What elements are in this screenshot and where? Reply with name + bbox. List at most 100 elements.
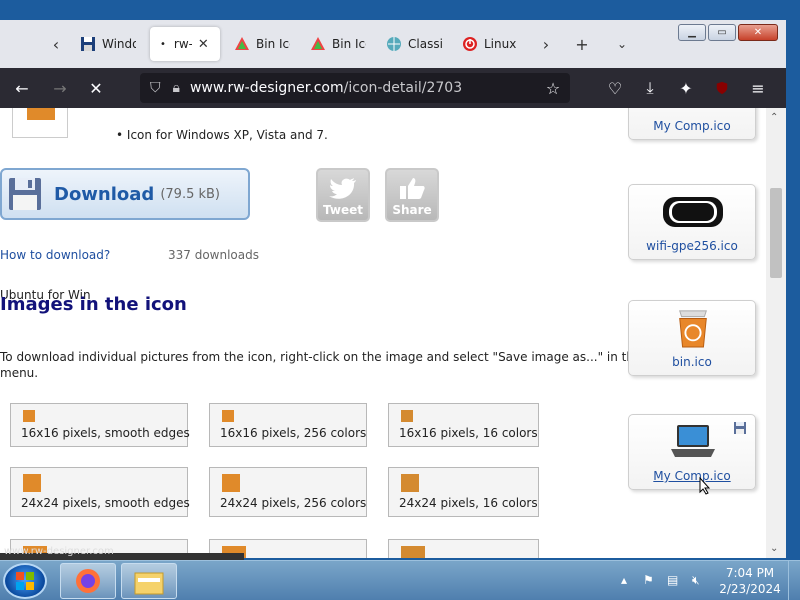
minimize-button[interactable]: ▁ [678,24,706,41]
tab-classic[interactable]: Classic [386,27,442,61]
globe-icon [387,37,401,51]
tab-label: rw- [173,37,192,51]
bin-thumbnail [222,474,240,492]
system-clock[interactable]: 7:04 PM 2/23/2024 [718,565,782,597]
download-label: Download [54,183,155,205]
laptop-icon [671,425,715,457]
related-icon-bin[interactable]: bin.ico [628,300,756,376]
bookmark-star-icon[interactable]: ☆ [543,78,563,98]
how-to-download-link[interactable]: How to download? [0,248,110,262]
url-host: www.rw-designer.com [189,80,344,96]
floppy-icon [81,37,95,51]
menu-hamburger-icon[interactable]: ≡ [748,78,768,98]
thumbs-up-icon [400,178,425,199]
download-button[interactable]: Download (79.5 kB) [0,168,250,220]
image-cell-label: 16x16 pixels, 16 colors [399,426,538,440]
image-cell[interactable]: 24x24 pixels, smooth edges [10,467,190,517]
window-controls: ▁ ▭ ✕ [678,24,778,41]
network-icon[interactable]: ▤ [667,573,683,589]
ublock-icon[interactable] [712,78,732,98]
navigation-bar: ← → ✕ ⛉ 🔒︎ www.rw-designer.com/icon-deta… [0,68,786,108]
tab-label: Bin Icons [256,37,290,51]
show-desktop-button[interactable] [788,561,800,600]
icon-preview [12,108,68,138]
floppy-icon [9,178,41,210]
url-path: /icon-detail/2703 [343,80,463,96]
instructions-text: To download individual pictures from the… [0,350,642,364]
image-cell-label: 16x16 pixels, 256 colors [220,426,367,440]
back-button[interactable]: ← [12,78,32,98]
tab-label: Windows [102,37,136,51]
windows-logo-icon [16,572,34,590]
scroll-up-icon[interactable]: ⌃ [770,112,778,123]
bin-thumbnail [401,410,413,422]
image-cell[interactable]: 16x16 pixels, smooth edges [10,403,190,447]
tab-label: Bin Icons [332,37,366,51]
stop-loading-button[interactable]: ✕ [86,78,106,98]
tab-scroll-left-button[interactable]: ‹ [46,34,66,54]
scroll-down-icon[interactable]: ⌄ [770,543,778,554]
clock-date: 2/23/2024 [719,582,781,596]
maximize-button[interactable]: ▭ [708,24,736,41]
pocket-icon[interactable]: ♡ [605,78,625,98]
taskbar-firefox[interactable] [60,563,116,599]
image-cell-label: 16x16 pixels, smooth edges [21,426,190,440]
download-size: (79.5 kB) [160,186,220,202]
show-hidden-icons-icon[interactable]: ▴ [621,573,637,589]
loading-dot-icon: • [160,38,166,50]
close-tab-icon[interactable]: ✕ [198,37,209,52]
tab-linux[interactable]: Linux [462,27,518,61]
recycle-bin-icon [679,310,707,348]
url-bar[interactable]: ⛉ 🔒︎ www.rw-designer.com/icon-detail/270… [140,73,570,103]
volume-muted-icon[interactable]: 🔇︎ [692,573,708,589]
instructions-text-continued: menu. [0,366,39,380]
related-icon-my-comp-2[interactable]: My Comp.ico [628,414,756,495]
list-tabs-chevron-icon[interactable]: ⌄ [612,34,632,54]
downloads-icon[interactable]: ⤓ [640,78,660,98]
twitter-bird-icon [329,178,356,199]
status-link-text: www.rw-designer.com [4,546,114,557]
rw-logo-icon [311,37,325,50]
related-icon-label: My Comp.ico [653,119,731,133]
related-icon-label: My Comp.ico [653,469,731,483]
images-heading: Images in the icon [0,294,187,315]
image-cell[interactable]: 24x24 pixels, 256 colors [209,467,367,517]
close-window-button[interactable]: ✕ [738,24,778,41]
share-button[interactable]: Share [385,168,439,222]
image-cell[interactable]: 16x16 pixels, 16 colors [388,403,539,447]
lock-icon[interactable]: 🔒︎ [173,80,180,96]
status-link-popup: www.rw-designer.com [0,547,244,560]
page-scrollbar[interactable]: ⌃ ⌄ [766,108,786,558]
shield-icon[interactable]: ⛉ [150,80,161,96]
tab-bin-icons-2[interactable]: Bin Icons [310,27,366,61]
tab-active[interactable]: • rw- ✕ [150,27,220,61]
tab-bin-icons-1[interactable]: Bin Icons [234,27,290,61]
image-cell[interactable]: 16x16 pixels, 256 colors [209,403,367,447]
tab-label: Linux [484,37,517,51]
image-cell[interactable] [388,539,539,558]
tab-scroll-right-button[interactable]: › [536,34,556,54]
related-icon-my-comp[interactable]: My Comp.ico [628,108,756,140]
image-cell-label: 24x24 pixels, smooth edges [21,496,190,510]
download-count: 337 downloads [168,248,259,262]
taskbar-explorer[interactable] [121,563,177,599]
power-icon [463,37,477,51]
bullet-text: • Icon for Windows XP, Vista and 7. [116,128,328,142]
tab-label: Classic [408,37,442,51]
start-button[interactable] [3,563,47,599]
related-icon-wifi[interactable]: wifi-gpe256.ico [628,184,756,260]
tab-windows[interactable]: Windows [80,27,136,61]
image-cell[interactable]: 24x24 pixels, 16 colors [388,467,539,517]
forward-button[interactable]: → [50,78,70,98]
tweet-button[interactable]: Tweet [316,168,370,222]
new-tab-button[interactable]: + [572,34,592,54]
scrollbar-thumb[interactable] [770,188,782,278]
bin-thumbnail [401,474,419,492]
page-content: • Icon for Windows XP, Vista and 7. Down… [0,108,766,558]
bin-thumbnail [401,546,425,558]
floppy-icon[interactable] [733,421,747,435]
related-icon-label: wifi-gpe256.ico [646,239,738,253]
action-center-flag-icon[interactable]: ⚑ [643,573,659,589]
extensions-icon[interactable]: ✦ [676,78,696,98]
browser-window: ‹ Windows • rw- ✕ Bin Icons Bin Icons Cl… [0,20,786,558]
